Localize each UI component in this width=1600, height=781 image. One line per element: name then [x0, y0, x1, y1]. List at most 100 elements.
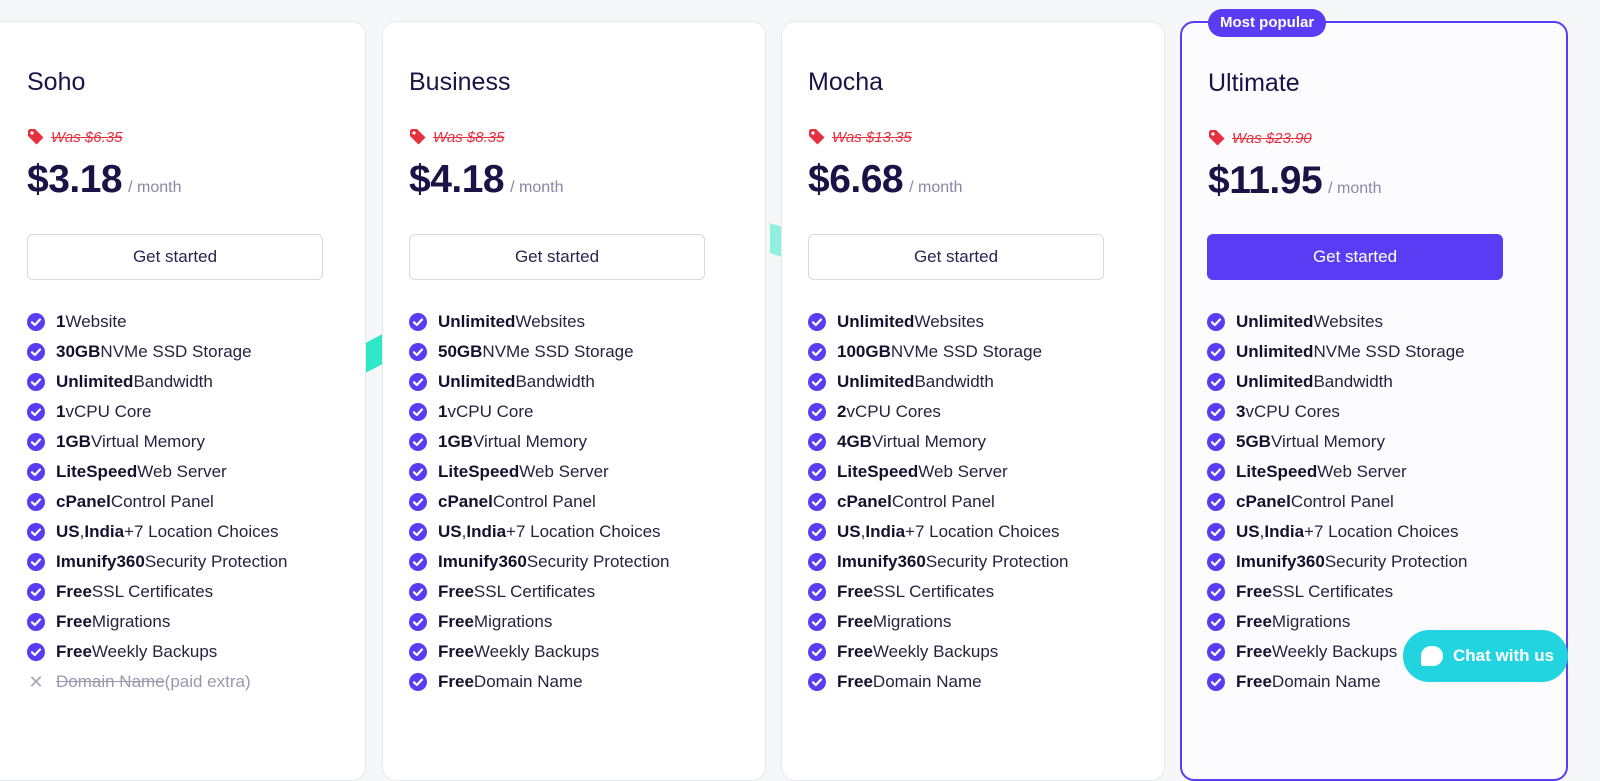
feature-highlight: US	[1236, 522, 1260, 541]
feature-highlight: 4GB	[837, 432, 872, 451]
feature-highlight: Imunify360	[1236, 552, 1325, 571]
feature-highlight: LiteSpeed	[1236, 462, 1318, 481]
feature-highlight: Free	[837, 612, 873, 631]
check-circle-icon	[808, 313, 826, 331]
feature-item: Imunify360 Security Protection	[808, 547, 1069, 577]
check-circle-icon	[409, 493, 427, 511]
feature-text: Control Panel	[110, 492, 214, 511]
feature-highlight: 2	[837, 402, 847, 421]
feature-item: 1GB Virtual Memory	[27, 427, 288, 457]
feature-text: Bandwidth	[914, 372, 994, 391]
feature-text: Weekly Backups	[473, 642, 600, 661]
feature-highlight: LiteSpeed	[438, 462, 520, 481]
feature-text: Websites	[1313, 312, 1384, 331]
chat-with-us-button[interactable]: Chat with us	[1403, 630, 1568, 682]
plan-price: $11.95	[1208, 159, 1323, 202]
feature-item: Free Migrations	[808, 607, 1069, 637]
plan-name: Mocha	[808, 68, 884, 96]
feature-highlight: cPanel	[438, 492, 493, 511]
feature-text: Security Protection	[1324, 552, 1468, 571]
check-circle-icon	[808, 343, 826, 361]
price-period: / month	[909, 179, 963, 196]
get-started-button[interactable]: Get started	[1207, 234, 1503, 280]
check-circle-icon	[409, 313, 427, 331]
feature-text: SSL Certificates	[473, 582, 596, 601]
check-circle-icon	[409, 373, 427, 391]
feature-text: Weekly Backups	[91, 642, 218, 661]
feature-item: Unlimited Bandwidth	[1207, 367, 1468, 397]
feature-item: cPanel Control Panel	[1207, 487, 1468, 517]
check-circle-icon	[409, 523, 427, 541]
check-circle-icon	[808, 433, 826, 451]
check-circle-icon	[27, 373, 45, 391]
plan-price: $4.18	[409, 158, 505, 201]
get-started-button[interactable]: Get started	[808, 234, 1104, 280]
feature-item: US, India +7 Location Choices	[808, 517, 1069, 547]
feature-highlight: Free	[438, 612, 474, 631]
feature-text: Web Server	[137, 462, 227, 481]
feature-item: cPanel Control Panel	[409, 487, 670, 517]
price-row: $11.95 / month	[1208, 159, 1382, 203]
feature-item: Free Weekly Backups	[409, 637, 670, 667]
check-circle-icon	[27, 553, 45, 571]
check-circle-icon	[808, 523, 826, 541]
feature-highlight: 30GB	[56, 342, 101, 361]
feature-item: Free Migrations	[409, 607, 670, 637]
feature-highlight: US	[438, 522, 462, 541]
feature-item: cPanel Control Panel	[27, 487, 288, 517]
plan-card-soho: Soho Was $6.35 $3.18 / month Get started…	[0, 21, 366, 781]
feature-text: vCPU Cores	[846, 402, 941, 421]
feature-text: Security Protection	[526, 552, 670, 571]
feature-text: SSL Certificates	[1271, 582, 1394, 601]
feature-item: 1 vCPU Core	[409, 397, 670, 427]
feature-list: Unlimited Websites 100GB NVMe SSD Storage…	[808, 307, 1069, 697]
feature-text: Website	[65, 312, 127, 331]
feature-item: 100GB NVMe SSD Storage	[808, 337, 1069, 367]
price-tag-icon	[808, 128, 826, 146]
feature-highlight: Free	[56, 642, 92, 661]
feature-text: Bandwidth	[1313, 372, 1393, 391]
check-circle-icon	[409, 463, 427, 481]
check-circle-icon	[27, 643, 45, 661]
feature-text: SSL Certificates	[872, 582, 995, 601]
check-circle-icon	[27, 463, 45, 481]
feature-item: Free Weekly Backups	[808, 637, 1069, 667]
feature-highlight: 3	[1236, 402, 1246, 421]
feature-item: LiteSpeed Web Server	[1207, 457, 1468, 487]
feature-item: LiteSpeed Web Server	[808, 457, 1069, 487]
plan-name: Ultimate	[1208, 69, 1300, 97]
check-circle-icon	[1207, 493, 1225, 511]
feature-highlight: Free	[1236, 582, 1272, 601]
feature-text: Control Panel	[1290, 492, 1394, 511]
get-started-button[interactable]: Get started	[27, 234, 323, 280]
feature-list: Unlimited Websites 50GB NVMe SSD Storage U…	[409, 307, 670, 697]
check-circle-icon	[27, 523, 45, 541]
feature-text: Security Protection	[925, 552, 1069, 571]
price-period: / month	[1328, 180, 1382, 197]
plan-card-business: Business Was $8.35 $4.18 / month Get sta…	[382, 21, 766, 781]
check-circle-icon	[1207, 583, 1225, 601]
get-started-button[interactable]: Get started	[409, 234, 705, 280]
feature-highlight: Free	[438, 642, 474, 661]
feature-item: Free Weekly Backups	[27, 637, 288, 667]
feature-highlight: Free	[837, 672, 873, 691]
feature-text: Virtual Memory	[90, 432, 205, 451]
feature-text: NVMe SSD Storage	[1313, 342, 1465, 361]
feature-item: Unlimited Websites	[1207, 307, 1468, 337]
feature-text: Migrations	[91, 612, 171, 631]
feature-item: Free Domain Name	[409, 667, 670, 697]
check-circle-icon	[409, 553, 427, 571]
feature-item: Unlimited Bandwidth	[27, 367, 288, 397]
was-price-text: Was $8.35	[433, 128, 505, 146]
feature-highlight: cPanel	[56, 492, 111, 511]
feature-list: 1 Website 30GB NVMe SSD Storage Unlimited …	[27, 307, 288, 697]
feature-item: Free Domain Name	[808, 667, 1069, 697]
feature-text: NVMe SSD Storage	[890, 342, 1043, 361]
feature-highlight: Imunify360	[56, 552, 145, 571]
feature-text: Bandwidth	[133, 372, 213, 391]
check-circle-icon	[409, 673, 427, 691]
check-circle-icon	[27, 343, 45, 361]
feature-highlight: 1GB	[438, 432, 473, 451]
feature-text: Bandwidth	[515, 372, 595, 391]
check-circle-icon	[409, 433, 427, 451]
